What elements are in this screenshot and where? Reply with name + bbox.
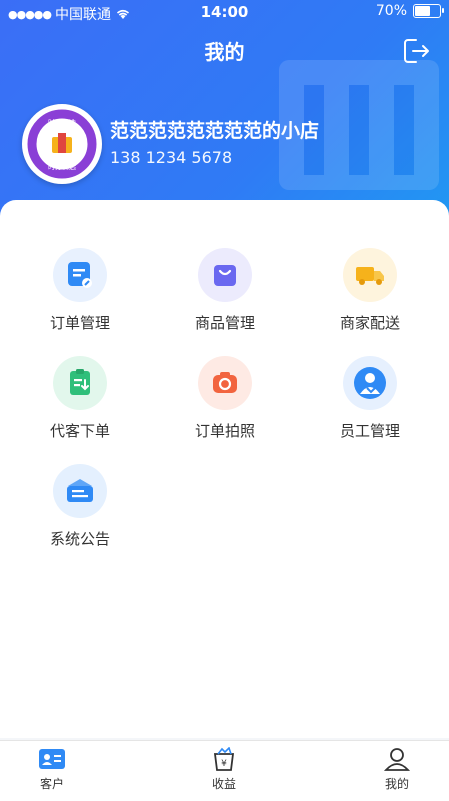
avatar[interactable]: 时分优选 时分优选 (22, 104, 102, 184)
page-title: 我的 (204, 40, 245, 64)
menu-item-order-management[interactable]: 订单管理 (5, 248, 155, 333)
clipboard-download-icon (53, 356, 107, 410)
camera-icon (198, 356, 252, 410)
tab-label: 我的 (384, 777, 409, 791)
shop-logo-icon: 时分优选 时分优选 (25, 107, 99, 181)
tab-earnings[interactable]: ¥ 收益 (174, 747, 274, 792)
profile-icon (383, 748, 411, 771)
bottom-tab-bar: 客户 ¥ 收益 我的 (0, 740, 449, 801)
menu-label: 员工管理 (339, 422, 400, 440)
staff-icon (343, 356, 397, 410)
announcement-icon (53, 464, 107, 518)
customer-card-icon (39, 749, 65, 769)
tab-customer[interactable]: 客户 (2, 747, 102, 792)
tab-mine[interactable]: 我的 (347, 747, 447, 792)
avatar-text-top: 时分优选 (48, 118, 76, 127)
menu-label: 订单管理 (49, 314, 110, 332)
earnings-bag-icon: ¥ (213, 747, 235, 771)
delivery-truck-icon (343, 248, 397, 302)
logout-icon[interactable] (401, 36, 431, 66)
menu-item-product-management[interactable]: 商品管理 (150, 248, 300, 333)
menu-label: 商家配送 (339, 314, 400, 332)
menu-item-order-photo[interactable]: 订单拍照 (150, 356, 300, 441)
menu-label: 系统公告 (49, 530, 110, 548)
avatar-text-bottom: 时分优选 (48, 162, 76, 171)
order-list-icon (53, 248, 107, 302)
menu-label: 代客下单 (49, 422, 110, 440)
status-bar: ●●●●● 中国联通 14:00 70% (0, 0, 449, 26)
battery-percent: 70% (375, 3, 407, 19)
menu-item-system-announcement[interactable]: 系统公告 (5, 464, 155, 549)
phone-number: 138 1234 5678 (110, 148, 233, 167)
shop-name: 范范范范范范范范的小店 (110, 120, 320, 142)
svg-text:¥: ¥ (221, 759, 227, 769)
menu-label: 商品管理 (194, 314, 255, 332)
menu-label: 订单拍照 (194, 422, 255, 440)
shopping-bag-icon (198, 248, 252, 302)
menu-item-merchant-delivery[interactable]: 商家配送 (295, 248, 445, 333)
battery-icon (413, 4, 444, 18)
menu-item-place-order-for-customer[interactable]: 代客下单 (5, 356, 155, 441)
menu-item-staff-management[interactable]: 员工管理 (295, 356, 445, 441)
tab-label: 客户 (39, 777, 64, 791)
menu-panel: 订单管理 商品管理 商家配送 代客下单 订单拍照 员工管理 系统公告 (0, 200, 449, 738)
tab-label: 收益 (211, 777, 236, 791)
